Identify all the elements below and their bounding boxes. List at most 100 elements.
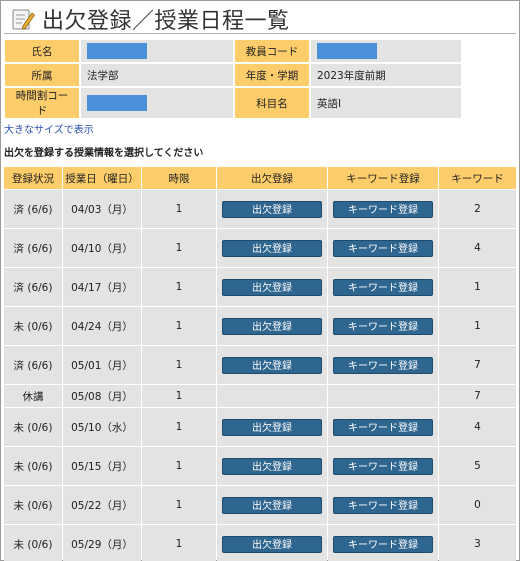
col-header-date: 授業日（曜日） xyxy=(63,167,141,189)
subject-value: 英語Ⅰ xyxy=(311,88,461,118)
attendance-register-button[interactable]: 出欠登録 xyxy=(222,200,322,218)
status-cell: 未 (0/6) xyxy=(4,525,62,561)
status-cell: 未 (0/6) xyxy=(4,307,62,345)
col-header-period: 時限 xyxy=(142,167,216,189)
keyword-register-button[interactable]: キーワード登録 xyxy=(333,278,433,296)
keyword-cell: 5 xyxy=(439,447,516,485)
attendance-register-button[interactable]: 出欠登録 xyxy=(222,317,322,335)
status-cell: 未 (0/6) xyxy=(4,486,62,524)
col-header-attendance: 出欠登録 xyxy=(217,167,327,189)
table-row: 未 (0/6) 05/10（水） 1 出欠登録 キーワード登録 4 xyxy=(4,408,516,446)
attendance-cell: 出欠登録 xyxy=(217,268,327,306)
keyword-register-cell: キーワード登録 xyxy=(328,346,438,384)
date-cell: 05/29（月） xyxy=(63,525,141,561)
date-cell: 05/01（月） xyxy=(63,346,141,384)
attendance-cell: 出欠登録 xyxy=(217,525,327,561)
course-info-table: 氏名 教員コード 所属 法学部 年度・学期 2023年度前期 時間割コード 科目… xyxy=(3,38,463,120)
attendance-cell: 出欠登録 xyxy=(217,408,327,446)
name-label: 氏名 xyxy=(5,40,79,62)
col-header-keyword-register: キーワード登録 xyxy=(328,167,438,189)
status-cell: 済 (6/6) xyxy=(4,229,62,267)
period-cell: 1 xyxy=(142,190,216,228)
period-cell: 1 xyxy=(142,307,216,345)
attendance-register-button[interactable]: 出欠登録 xyxy=(222,457,322,475)
attendance-register-button[interactable]: 出欠登録 xyxy=(222,356,322,374)
date-cell: 05/22（月） xyxy=(63,486,141,524)
page-title: 出欠登録／授業日程一覧 xyxy=(42,9,290,34)
attendance-cell: 出欠登録 xyxy=(217,486,327,524)
period-cell: 1 xyxy=(142,385,216,407)
date-cell: 05/08（月） xyxy=(63,385,141,407)
date-cell: 05/15（月） xyxy=(63,447,141,485)
date-cell: 04/10（月） xyxy=(63,229,141,267)
period-cell: 1 xyxy=(142,346,216,384)
table-header-row: 登録状況 授業日（曜日） 時限 出欠登録 キーワード登録 キーワード xyxy=(4,167,516,189)
title-divider xyxy=(4,33,516,34)
table-row: 済 (6/6) 04/03（月） 1 出欠登録 キーワード登録 2 xyxy=(4,190,516,228)
attendance-register-button[interactable]: 出欠登録 xyxy=(222,239,322,257)
period-cell: 1 xyxy=(142,486,216,524)
status-cell: 済 (6/6) xyxy=(4,346,62,384)
date-cell: 04/24（月） xyxy=(63,307,141,345)
status-cell: 済 (6/6) xyxy=(4,190,62,228)
keyword-register-button[interactable]: キーワード登録 xyxy=(333,356,433,374)
attendance-register-button[interactable]: 出欠登録 xyxy=(222,418,322,436)
edit-note-icon xyxy=(10,6,36,32)
keyword-register-button[interactable]: キーワード登録 xyxy=(333,317,433,335)
schedule-table: 登録状況 授業日（曜日） 時限 出欠登録 キーワード登録 キーワード 済 (6/… xyxy=(3,166,517,561)
attendance-register-button[interactable]: 出欠登録 xyxy=(222,535,322,553)
attendance-cell xyxy=(217,385,327,407)
keyword-register-cell: キーワード登録 xyxy=(328,268,438,306)
col-header-keyword: キーワード xyxy=(439,167,516,189)
attendance-cell: 出欠登録 xyxy=(217,229,327,267)
keyword-register-cell: キーワード登録 xyxy=(328,486,438,524)
keyword-register-button[interactable]: キーワード登録 xyxy=(333,457,433,475)
keyword-cell: 3 xyxy=(439,525,516,561)
table-row: 未 (0/6) 04/24（月） 1 出欠登録 キーワード登録 1 xyxy=(4,307,516,345)
keyword-cell: 1 xyxy=(439,268,516,306)
keyword-register-button[interactable]: キーワード登録 xyxy=(333,418,433,436)
redacted-timetable-code xyxy=(87,95,147,111)
keyword-register-cell xyxy=(328,385,438,407)
keyword-cell: 4 xyxy=(439,229,516,267)
period-cell: 1 xyxy=(142,408,216,446)
attendance-cell: 出欠登録 xyxy=(217,447,327,485)
col-header-status: 登録状況 xyxy=(4,167,62,189)
period-cell: 1 xyxy=(142,229,216,267)
keyword-register-cell: キーワード登録 xyxy=(328,447,438,485)
keyword-register-cell: キーワード登録 xyxy=(328,229,438,267)
teacher-code-value xyxy=(311,40,461,62)
name-value xyxy=(81,40,233,62)
instruction-text: 出欠を登録する授業情報を選択してください xyxy=(4,148,204,159)
keyword-register-button[interactable]: キーワード登録 xyxy=(333,496,433,514)
page-header: 出欠登録／授業日程一覧 xyxy=(10,4,290,34)
attendance-register-button[interactable]: 出欠登録 xyxy=(222,278,322,296)
large-size-link[interactable]: 大きなサイズで表示 xyxy=(4,121,94,136)
keyword-cell: 7 xyxy=(439,346,516,384)
keyword-cell: 2 xyxy=(439,190,516,228)
affiliation-label: 所属 xyxy=(5,64,79,86)
keyword-register-cell: キーワード登録 xyxy=(328,190,438,228)
year-term-value: 2023年度前期 xyxy=(311,64,461,86)
attendance-register-button[interactable]: 出欠登録 xyxy=(222,496,322,514)
table-row: 未 (0/6) 05/29（月） 1 出欠登録 キーワード登録 3 xyxy=(4,525,516,561)
keyword-cell: 4 xyxy=(439,408,516,446)
timetable-code-value xyxy=(81,88,233,118)
table-row: 未 (0/6) 05/15（月） 1 出欠登録 キーワード登録 5 xyxy=(4,447,516,485)
date-cell: 04/03（月） xyxy=(63,190,141,228)
table-row: 休講 05/08（月） 1 7 xyxy=(4,385,516,407)
keyword-register-cell: キーワード登録 xyxy=(328,525,438,561)
redacted-name xyxy=(87,43,147,59)
keyword-register-button[interactable]: キーワード登録 xyxy=(333,535,433,553)
status-cell: 休講 xyxy=(4,385,62,407)
date-cell: 04/17（月） xyxy=(63,268,141,306)
period-cell: 1 xyxy=(142,268,216,306)
keyword-register-button[interactable]: キーワード登録 xyxy=(333,200,433,218)
keyword-register-button[interactable]: キーワード登録 xyxy=(333,239,433,257)
attendance-cell: 出欠登録 xyxy=(217,307,327,345)
table-row: 済 (6/6) 05/01（月） 1 出欠登録 キーワード登録 7 xyxy=(4,346,516,384)
keyword-register-cell: キーワード登録 xyxy=(328,408,438,446)
date-cell: 05/10（水） xyxy=(63,408,141,446)
period-cell: 1 xyxy=(142,447,216,485)
keyword-register-cell: キーワード登録 xyxy=(328,307,438,345)
